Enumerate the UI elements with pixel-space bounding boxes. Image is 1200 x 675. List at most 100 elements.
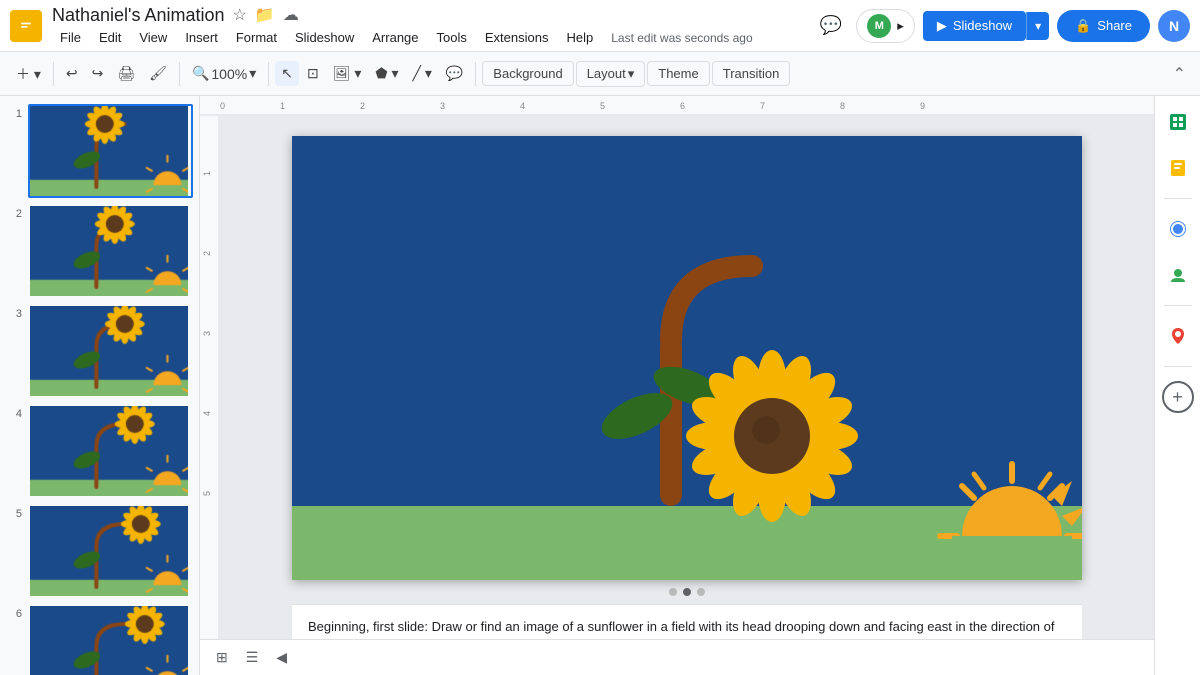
slide-thumb-2[interactable] [28,204,193,298]
slide-number-2: 2 [6,208,22,220]
slide-thumb-4[interactable] [28,404,193,498]
zoom-value: 100% [211,66,247,82]
menu-help[interactable]: Help [558,28,601,47]
user-avatar[interactable]: N [1158,10,1190,42]
editor-area: 0 1 2 3 4 5 6 7 8 9 1 2 3 [200,96,1154,675]
layout-dropdown-icon: ▾ [628,66,635,82]
slide-thumb-1[interactable] [28,104,193,198]
slide-item-6[interactable]: 6 [6,604,193,675]
menu-extensions[interactable]: Extensions [477,28,557,47]
app-icon[interactable] [10,10,42,42]
text-box-tool[interactable]: ⊡ [301,61,325,86]
menu-format[interactable]: Format [228,28,285,47]
select-tool[interactable]: ↖ [275,61,299,86]
zoom-icon: 🔍 [192,65,209,82]
add-panel-icon[interactable]: + [1162,381,1194,413]
slide-thumb-3[interactable] [28,304,193,398]
editor-body: 1 2 3 4 5 [200,116,1154,639]
keep-panel-icon[interactable] [1162,152,1194,184]
nav-dot-2[interactable] [683,588,691,596]
meet-icon: M [867,14,891,38]
notes-area[interactable]: Beginning, first slide: Draw or find an … [292,604,1082,639]
cloud-icon[interactable]: ☁ [283,5,299,25]
slide-item-3[interactable]: 3 [6,304,193,398]
meet-label: ▸ [897,18,904,34]
ruler-label-4: 4 [520,101,525,111]
menu-tools[interactable]: Tools [429,28,475,47]
panel-divider-1 [1164,198,1192,199]
slide-canvas-3 [30,306,188,396]
comment-insert-tool[interactable]: 💬 [440,61,469,86]
zoom-button[interactable]: 🔍 100% ▾ [186,61,262,86]
collapse-toolbar-button[interactable]: ⌃ [1169,60,1190,88]
star-icon[interactable]: ☆ [233,5,247,25]
slide-number-6: 6 [6,608,22,620]
main-content: 1 2 3 4 [0,96,1200,675]
toolbar-divider-4 [475,62,476,86]
print-button[interactable]: 🖨 [111,61,141,86]
toolbar-divider-1 [53,62,54,86]
slideshow-button[interactable]: ▶ Slideshow [923,11,1026,41]
sheets-panel-icon[interactable] [1162,106,1194,138]
ruler-v-label-5: 5 [202,491,212,496]
image-tool[interactable]: 🖼 ▾ [327,61,368,86]
meet-button[interactable]: M ▸ [856,9,915,43]
menu-arrange[interactable]: Arrange [364,28,426,47]
menu-file[interactable]: File [52,28,89,47]
bottom-toolbar: ⊞ ☰ ◀ [200,639,1154,675]
panel-divider-3 [1164,366,1192,367]
collapse-panel-button[interactable]: ◀ [272,645,291,670]
redo-button[interactable]: ↪ [86,61,110,86]
slide-item-1[interactable]: 1 [6,104,193,198]
menu-slideshow[interactable]: Slideshow [287,28,362,47]
add-button[interactable]: ＋ ▾ [10,60,47,88]
undo-button[interactable]: ↩ [60,61,84,86]
ruler-label-6: 6 [680,101,685,111]
slide-thumb-6[interactable] [28,604,193,675]
share-lock-icon: 🔒 [1075,18,1091,34]
share-button[interactable]: 🔒 Share [1057,10,1150,42]
folder-icon[interactable]: 📁 [255,5,275,25]
slide-number-1: 1 [6,108,22,120]
contacts-panel-icon[interactable] [1162,259,1194,291]
slideshow-dropdown[interactable]: ▾ [1026,12,1049,40]
slide-canvas-area: Beginning, first slide: Draw or find an … [220,116,1154,639]
layout-label: Layout [587,66,626,81]
zoom-dropdown-icon: ▾ [249,65,256,82]
toolbar-divider-3 [268,62,269,86]
transition-button[interactable]: Transition [712,61,791,86]
grid-view-button[interactable]: ⊞ [212,645,232,670]
layout-button[interactable]: Layout ▾ [576,61,646,87]
comment-button[interactable]: 💬 [814,9,848,42]
toolbar-divider-2 [179,62,180,86]
list-view-button[interactable]: ☰ [242,645,263,670]
menu-insert[interactable]: Insert [177,28,226,47]
ruler-label-5: 5 [600,101,605,111]
slide-item-5[interactable]: 5 [6,504,193,598]
slideshow-label: Slideshow [953,18,1012,33]
nav-dot-1[interactable] [669,588,677,596]
slide-main[interactable] [292,136,1082,580]
menu-edit[interactable]: Edit [91,28,129,47]
background-button[interactable]: Background [482,61,573,86]
slide-thumb-5[interactable] [28,504,193,598]
doc-title-text[interactable]: Nathaniel's Animation [52,5,225,26]
tasks-panel-icon[interactable] [1162,213,1194,245]
menu-view[interactable]: View [131,28,175,47]
ruler-horizontal: 0 1 2 3 4 5 6 7 8 9 [200,96,1154,116]
panel-divider-2 [1164,305,1192,306]
nav-dot-3[interactable] [697,588,705,596]
ruler-v-label-1: 1 [202,171,212,176]
ruler-label-2: 2 [360,101,365,111]
ruler-v-label-4: 4 [202,411,212,416]
menu-bar: File Edit View Insert Format Slideshow A… [52,28,814,47]
notes-text: Beginning, first slide: Draw or find an … [308,619,1054,639]
theme-button[interactable]: Theme [647,61,709,86]
line-tool[interactable]: ╱ ▾ [407,61,438,86]
slide-item-4[interactable]: 4 [6,404,193,498]
last-edit: Last edit was seconds ago [611,31,752,47]
paint-format-button[interactable]: 🖌 [143,61,173,86]
slide-item-2[interactable]: 2 [6,204,193,298]
maps-panel-icon[interactable] [1162,320,1194,352]
shape-tool[interactable]: ⬟ ▾ [369,61,404,86]
